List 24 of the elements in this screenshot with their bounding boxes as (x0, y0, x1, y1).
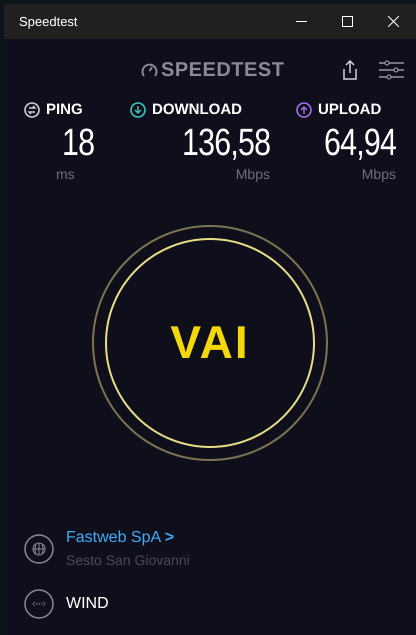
window-title: Speedtest (19, 12, 78, 31)
minimize-icon (296, 20, 306, 22)
connection-icon (24, 589, 54, 619)
metric-value: 18 (62, 122, 94, 164)
ping-icon (24, 102, 40, 118)
metric-value: 64,94 (324, 122, 396, 164)
speedtest-logo: SPEEDTEST (161, 58, 284, 83)
go-button[interactable]: VAI (92, 224, 328, 460)
metric-label: DOWNLOAD (152, 100, 242, 120)
connection-name: WIND (66, 594, 109, 614)
server-location: Sesto San Giovanni (66, 551, 190, 570)
metric-label: PING (46, 100, 83, 120)
globe-icon (24, 534, 54, 564)
share-button[interactable] (343, 60, 357, 80)
metric-value: 136,58 (182, 122, 270, 164)
maximize-icon (342, 16, 352, 27)
metric-unit: Mbps (362, 164, 396, 184)
metric-label: UPLOAD (318, 100, 382, 120)
close-icon (388, 16, 398, 27)
settings-sliders-button[interactable] (379, 60, 404, 80)
gauge-icon (141, 62, 158, 78)
server-link[interactable]: Fastweb SpA > (66, 526, 190, 550)
metric-unit: ms (56, 164, 75, 184)
metric-unit: Mbps (236, 164, 270, 184)
